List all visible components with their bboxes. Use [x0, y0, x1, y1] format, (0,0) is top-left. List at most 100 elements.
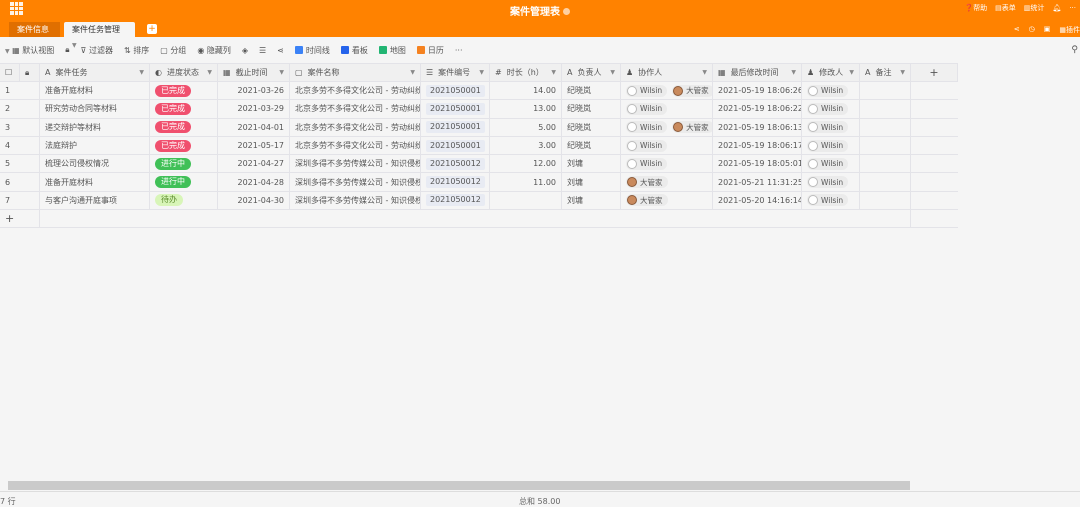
collaborators-cell[interactable]: 大管家	[621, 173, 713, 191]
timeline-button[interactable]: 时间线	[294, 45, 330, 56]
task-cell[interactable]: 法庭辩护	[40, 136, 150, 155]
owner-cell[interactable]: 纪晓岚	[562, 82, 621, 100]
table-row[interactable]: 5 梳理公司侵权情况 进行中 2021-04-27 深圳多得不多劳传媒公司 - …	[0, 155, 958, 174]
search-icon[interactable]: ⚲	[1071, 45, 1078, 55]
notes-cell[interactable]	[860, 155, 911, 173]
hours-cell[interactable]: 5.00	[490, 118, 562, 136]
case-number-cell[interactable]: 2021050012	[421, 173, 490, 191]
due-date-cell[interactable]: 2021-03-26	[218, 82, 290, 100]
collaborators-cell[interactable]: Wilsin 大管家	[621, 118, 713, 136]
chevron-down-icon[interactable]: ▼	[702, 69, 707, 76]
due-date-cell[interactable]: 2021-04-27	[218, 155, 290, 173]
notes-cell[interactable]	[860, 191, 911, 210]
column-header[interactable]: # 时长（h） ▼	[490, 64, 562, 81]
more-button[interactable]: ···	[455, 46, 463, 55]
case-name-cell[interactable]: 北京多劳不多得文化公司 - 劳动纠纷	[290, 136, 421, 155]
view-selector[interactable]: ▼ ▦ 默认视图	[5, 45, 54, 56]
embed-icon[interactable]: ▣	[1044, 25, 1051, 35]
chevron-down-icon[interactable]: ▼	[207, 69, 212, 76]
status-cell[interactable]: 待办	[150, 191, 218, 210]
info-icon[interactable]	[563, 8, 570, 15]
add-row-button[interactable]: +	[0, 210, 40, 228]
status-cell[interactable]: 进行中	[150, 173, 218, 191]
form-button[interactable]: ▤表单	[995, 3, 1016, 13]
due-date-cell[interactable]: 2021-04-28	[218, 173, 290, 191]
case-number-cell[interactable]: 2021050001	[421, 100, 490, 118]
horizontal-scrollbar[interactable]	[8, 481, 910, 490]
map-button[interactable]: 地图	[378, 45, 406, 56]
chevron-down-icon[interactable]: ▼	[479, 69, 484, 76]
help-button[interactable]: ❓帮助	[964, 3, 987, 13]
status-cell[interactable]: 已完成	[150, 82, 218, 100]
column-header[interactable]: ▢ 案件名称 ▼	[290, 64, 421, 81]
hours-cell[interactable]	[490, 191, 562, 210]
notes-cell[interactable]	[860, 173, 911, 191]
hours-cell[interactable]: 12.00	[490, 155, 562, 173]
select-all-checkbox[interactable]: ☐	[0, 64, 20, 81]
chevron-down-icon[interactable]: ▼	[139, 69, 144, 76]
case-name-cell[interactable]: 深圳多得不多劳传媒公司 - 知识侵权	[290, 173, 421, 191]
share-view-icon[interactable]: ⋖	[277, 46, 284, 55]
lock-icon[interactable]: 🔒︎	[65, 45, 69, 55]
add-table-button[interactable]: +	[147, 24, 157, 34]
task-cell[interactable]: 与客户沟通开庭事项	[40, 191, 150, 210]
column-header[interactable]: A 备注 ▼	[860, 64, 911, 81]
case-name-cell[interactable]: 北京多劳不多得文化公司 - 劳动纠纷	[290, 118, 421, 136]
due-date-cell[interactable]: 2021-04-30	[218, 191, 290, 210]
tab-case-tasks[interactable]: 案件任务管理 ▼	[64, 22, 135, 49]
owner-cell[interactable]: 刘墉	[562, 155, 621, 173]
share-icon[interactable]: ⋖	[1014, 25, 1020, 35]
calendar-button[interactable]: 日历	[416, 45, 444, 56]
hours-cell[interactable]: 13.00	[490, 100, 562, 118]
table-row[interactable]: 7 与客户沟通开庭事项 待办 2021-04-30 深圳多得不多劳传媒公司 - …	[0, 191, 958, 211]
status-cell[interactable]: 进行中	[150, 155, 218, 173]
case-number-cell[interactable]: 2021050001	[421, 118, 490, 136]
notes-cell[interactable]	[860, 82, 911, 100]
hours-cell[interactable]: 14.00	[490, 82, 562, 100]
case-number-cell[interactable]: 2021050012	[421, 191, 490, 210]
due-date-cell[interactable]: 2021-05-17	[218, 136, 290, 155]
add-row[interactable]: +	[0, 210, 958, 229]
plugins-button[interactable]: ▦插件	[1059, 25, 1080, 35]
case-name-cell[interactable]: 北京多劳不多得文化公司 - 劳动纠纷	[290, 100, 421, 118]
column-header[interactable]: ☰ 案件编号 ▼	[421, 64, 490, 81]
owner-cell[interactable]: 刘墉	[562, 191, 621, 210]
sort-button[interactable]: ⇅ 排序	[124, 45, 149, 56]
owner-cell[interactable]: 刘墉	[562, 173, 621, 191]
collaborators-cell[interactable]: Wilsin	[621, 155, 713, 173]
case-number-cell[interactable]: 2021050012	[421, 155, 490, 173]
collaborators-cell[interactable]: Wilsin	[621, 100, 713, 118]
case-number-cell[interactable]: 2021050001	[421, 82, 490, 100]
column-header[interactable]: ▦ 截止时间 ▼	[218, 64, 290, 81]
due-date-cell[interactable]: 2021-04-01	[218, 118, 290, 136]
task-cell[interactable]: 准备开庭材料	[40, 82, 150, 100]
table-row[interactable]: 1 准备开庭材料 已完成 2021-03-26 北京多劳不多得文化公司 - 劳动…	[0, 82, 958, 101]
status-cell[interactable]: 已完成	[150, 100, 218, 118]
task-cell[interactable]: 递交辩护等材料	[40, 118, 150, 136]
chevron-down-icon[interactable]: ▼	[849, 69, 854, 76]
status-cell[interactable]: 已完成	[150, 118, 218, 136]
hide-columns-button[interactable]: ◉ 隐藏列	[197, 45, 231, 56]
collaborators-cell[interactable]: Wilsin 大管家	[621, 82, 713, 100]
owner-cell[interactable]: 纪晓岚	[562, 100, 621, 118]
column-header[interactable]: A 负责人 ▼	[562, 64, 621, 81]
task-cell[interactable]: 准备开庭材料	[40, 173, 150, 191]
case-name-cell[interactable]: 深圳多得不多劳传媒公司 - 知识侵权	[290, 155, 421, 173]
column-header[interactable]: ▦ 最后修改时间 ▼	[713, 64, 802, 81]
case-name-cell[interactable]: 深圳多得不多劳传媒公司 - 知识侵权	[290, 191, 421, 210]
table-row[interactable]: 6 准备开庭材料 进行中 2021-04-28 深圳多得不多劳传媒公司 - 知识…	[0, 173, 958, 192]
filter-button[interactable]: ⊽ 过滤器	[81, 45, 113, 56]
case-number-cell[interactable]: 2021050001	[421, 136, 490, 155]
tab-case-info[interactable]: 案件信息	[9, 22, 60, 37]
more-icon[interactable]: ···	[1069, 4, 1076, 12]
status-cell[interactable]: 已完成	[150, 136, 218, 155]
row-height-icon[interactable]: ☰	[259, 46, 266, 55]
table-row[interactable]: 2 研究劳动合同等材料 已完成 2021-03-29 北京多劳不多得文化公司 -…	[0, 100, 958, 119]
history-icon[interactable]: ◷	[1029, 25, 1035, 35]
owner-cell[interactable]: 纪晓岚	[562, 136, 621, 155]
chevron-down-icon[interactable]: ▼	[279, 69, 284, 76]
notes-cell[interactable]	[860, 118, 911, 136]
paint-icon[interactable]: ◈	[242, 46, 248, 55]
kanban-button[interactable]: 看板	[340, 45, 368, 56]
column-header[interactable]: ◐ 进度状态 ▼	[150, 64, 218, 81]
